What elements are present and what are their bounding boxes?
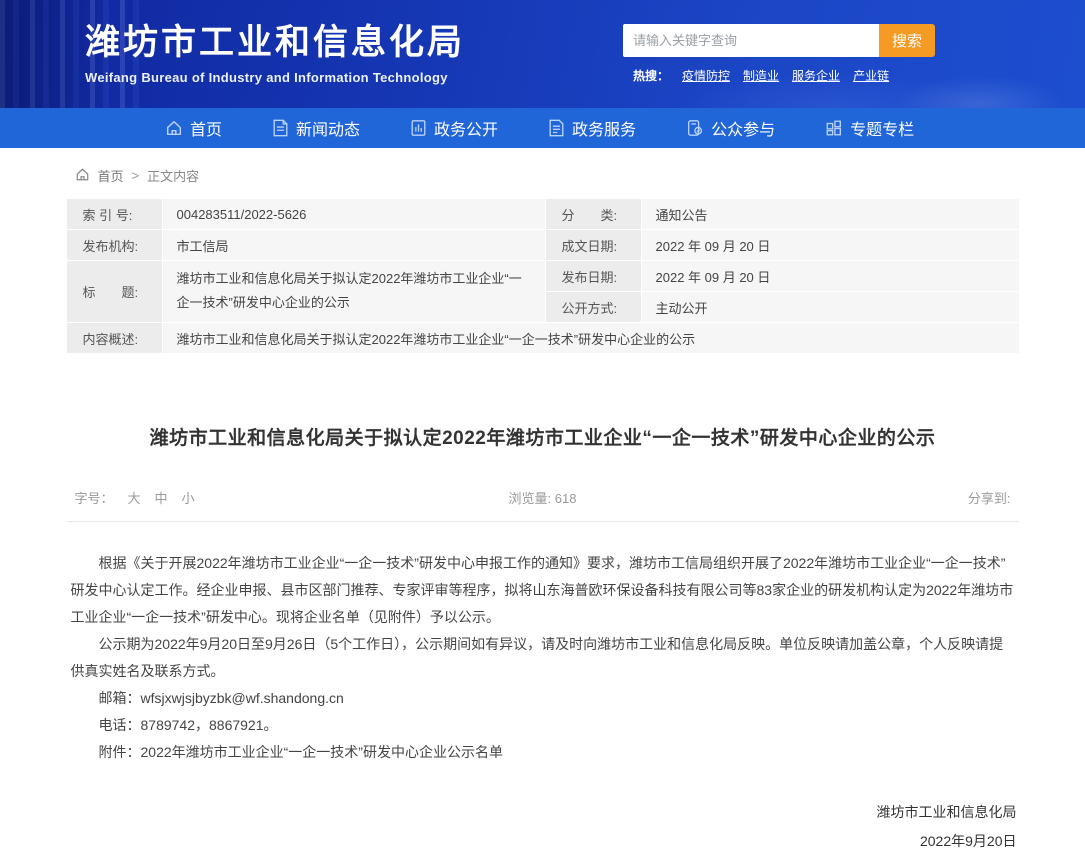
nav-item-label: 新闻动态 xyxy=(296,116,360,140)
publisher-value: 市工信局 xyxy=(163,230,545,260)
index-number-value: 004283511/2022-5626 xyxy=(163,199,545,229)
nav-item-label: 政务服务 xyxy=(572,116,636,140)
article-paragraph-period: 公示期为2022年9月20日至9月26日（5个工作日），公示期间如有异议，请及时… xyxy=(71,631,1015,685)
site-header: 潍坊市工业和信息化局 Weifang Bureau of Industry an… xyxy=(0,0,1085,108)
category-value: 通知公告 xyxy=(642,199,1019,229)
summary-label: 内容概述: xyxy=(67,323,162,353)
breadcrumb-separator: > xyxy=(132,168,140,183)
chart-doc-icon xyxy=(410,119,427,137)
hot-search-row: 热搜： 疫情防控 制造业 服务企业 产业链 xyxy=(623,67,935,84)
site-title: 潍坊市工业和信息化局 xyxy=(85,23,465,63)
nav-item-topics[interactable]: 专题专栏 xyxy=(825,116,914,140)
doc-title-value: 潍坊市工业和信息化局关于拟认定2022年潍坊市工业企业“一企一技术”研发中心企业… xyxy=(163,261,545,322)
site-brand: 潍坊市工业和信息化局 Weifang Bureau of Industry an… xyxy=(85,23,465,84)
font-size-control: 字号： 大 中 小 xyxy=(75,488,384,507)
summary-value: 潍坊市工业和信息化局关于拟认定2022年潍坊市工业企业“一企一技术”研发中心企业… xyxy=(163,323,1019,353)
article-paragraph-basis: 根据《关于开展2022年潍坊市工业企业“一企一技术”研发中心申报工作的通知》要求… xyxy=(71,550,1015,631)
service-doc-icon xyxy=(548,119,565,137)
nav-item-participation[interactable]: 公众参与 xyxy=(686,116,775,140)
share-label: 分享到: xyxy=(702,488,1011,507)
search-button[interactable]: 搜索 xyxy=(879,24,935,57)
document-info-table: 索 引 号: 004283511/2022-5626 分 类: 通知公告 发布机… xyxy=(67,199,1019,353)
nav-item-news[interactable]: 新闻动态 xyxy=(272,116,360,140)
nav-item-label: 首页 xyxy=(190,116,222,140)
phone-chat-icon xyxy=(686,119,704,137)
font-size-label: 字号： xyxy=(75,488,114,507)
breadcrumb-home-link[interactable]: 首页 xyxy=(98,166,124,185)
doc-title-label: 标 题: xyxy=(67,261,162,322)
nav-item-label: 专题专栏 xyxy=(850,116,914,140)
article-meta-row: 字号： 大 中 小 浏览量: 618 分享到: xyxy=(67,488,1019,522)
hot-search-link-epidemic[interactable]: 疫情防控 xyxy=(682,67,730,84)
breadcrumb-current: 正文内容 xyxy=(147,166,199,185)
nav-item-label: 公众参与 xyxy=(711,116,775,140)
open-mode-value: 主动公开 xyxy=(642,292,1019,322)
signature-date: 2022年9月20日 xyxy=(67,827,1017,856)
publish-date-label: 发布日期: xyxy=(546,261,641,291)
article-title: 潍坊市工业和信息化局关于拟认定2022年潍坊市工业企业“一企一技术”研发中心企业… xyxy=(67,423,1019,450)
breadcrumb-home-icon xyxy=(75,167,90,185)
font-size-large[interactable]: 大 xyxy=(128,488,141,507)
home-icon xyxy=(165,119,183,137)
search-bar: 搜索 xyxy=(623,24,935,57)
content-container: 首页 > 正文内容 索 引 号: 004283511/2022-5626 分 类… xyxy=(67,166,1019,856)
publisher-label: 发布机构: xyxy=(67,230,162,260)
site-subtitle: Weifang Bureau of Industry and Informati… xyxy=(85,70,465,85)
hot-search-label: 热搜： xyxy=(633,67,669,84)
written-date-value: 2022 年 09 月 20 日 xyxy=(642,230,1019,260)
hot-search-link-service[interactable]: 服务企业 xyxy=(792,67,840,84)
index-number-label: 索 引 号: xyxy=(67,199,162,229)
view-count-label: 浏览量: xyxy=(509,491,552,506)
view-count: 浏览量: 618 xyxy=(383,488,701,507)
nav-item-gov-info[interactable]: 政务公开 xyxy=(410,116,498,140)
grid-icon xyxy=(825,119,843,137)
view-count-value: 618 xyxy=(555,491,577,506)
breadcrumb: 首页 > 正文内容 xyxy=(67,166,1019,185)
article-phone-line: 电话：8789742，8867921。 xyxy=(71,712,1015,739)
main-nav: 首页 新闻动态 政务公开 政务服务 公 xyxy=(0,108,1085,148)
nav-item-gov-service[interactable]: 政务服务 xyxy=(548,116,636,140)
attachment-link[interactable]: 附件：2022年潍坊市工业企业“一企一技术”研发中心企业公示名单 xyxy=(71,739,1015,766)
signature-org: 潍坊市工业和信息化局 xyxy=(67,798,1017,827)
news-doc-icon xyxy=(272,119,289,137)
written-date-label: 成文日期: xyxy=(546,230,641,260)
publish-date-value: 2022 年 09 月 20 日 xyxy=(642,261,1019,291)
hot-search-link-chain[interactable]: 产业链 xyxy=(853,67,889,84)
article-email-line: 邮箱：wfsjxwjsjbyzbk@wf.shandong.cn xyxy=(71,685,1015,712)
nav-item-home[interactable]: 首页 xyxy=(165,116,222,140)
font-size-small[interactable]: 小 xyxy=(182,488,195,507)
article-signature: 潍坊市工业和信息化局 2022年9月20日 xyxy=(67,798,1019,856)
hot-search-link-manufacturing[interactable]: 制造业 xyxy=(743,67,779,84)
article-body: 根据《关于开展2022年潍坊市工业企业“一企一技术”研发中心申报工作的通知》要求… xyxy=(67,550,1019,766)
open-mode-label: 公开方式: xyxy=(546,292,641,322)
font-size-medium[interactable]: 中 xyxy=(155,488,168,507)
header-search-area: 搜索 热搜： 疫情防控 制造业 服务企业 产业链 xyxy=(623,24,935,84)
category-label: 分 类: xyxy=(546,199,641,229)
nav-item-label: 政务公开 xyxy=(434,116,498,140)
search-input[interactable] xyxy=(623,24,879,57)
